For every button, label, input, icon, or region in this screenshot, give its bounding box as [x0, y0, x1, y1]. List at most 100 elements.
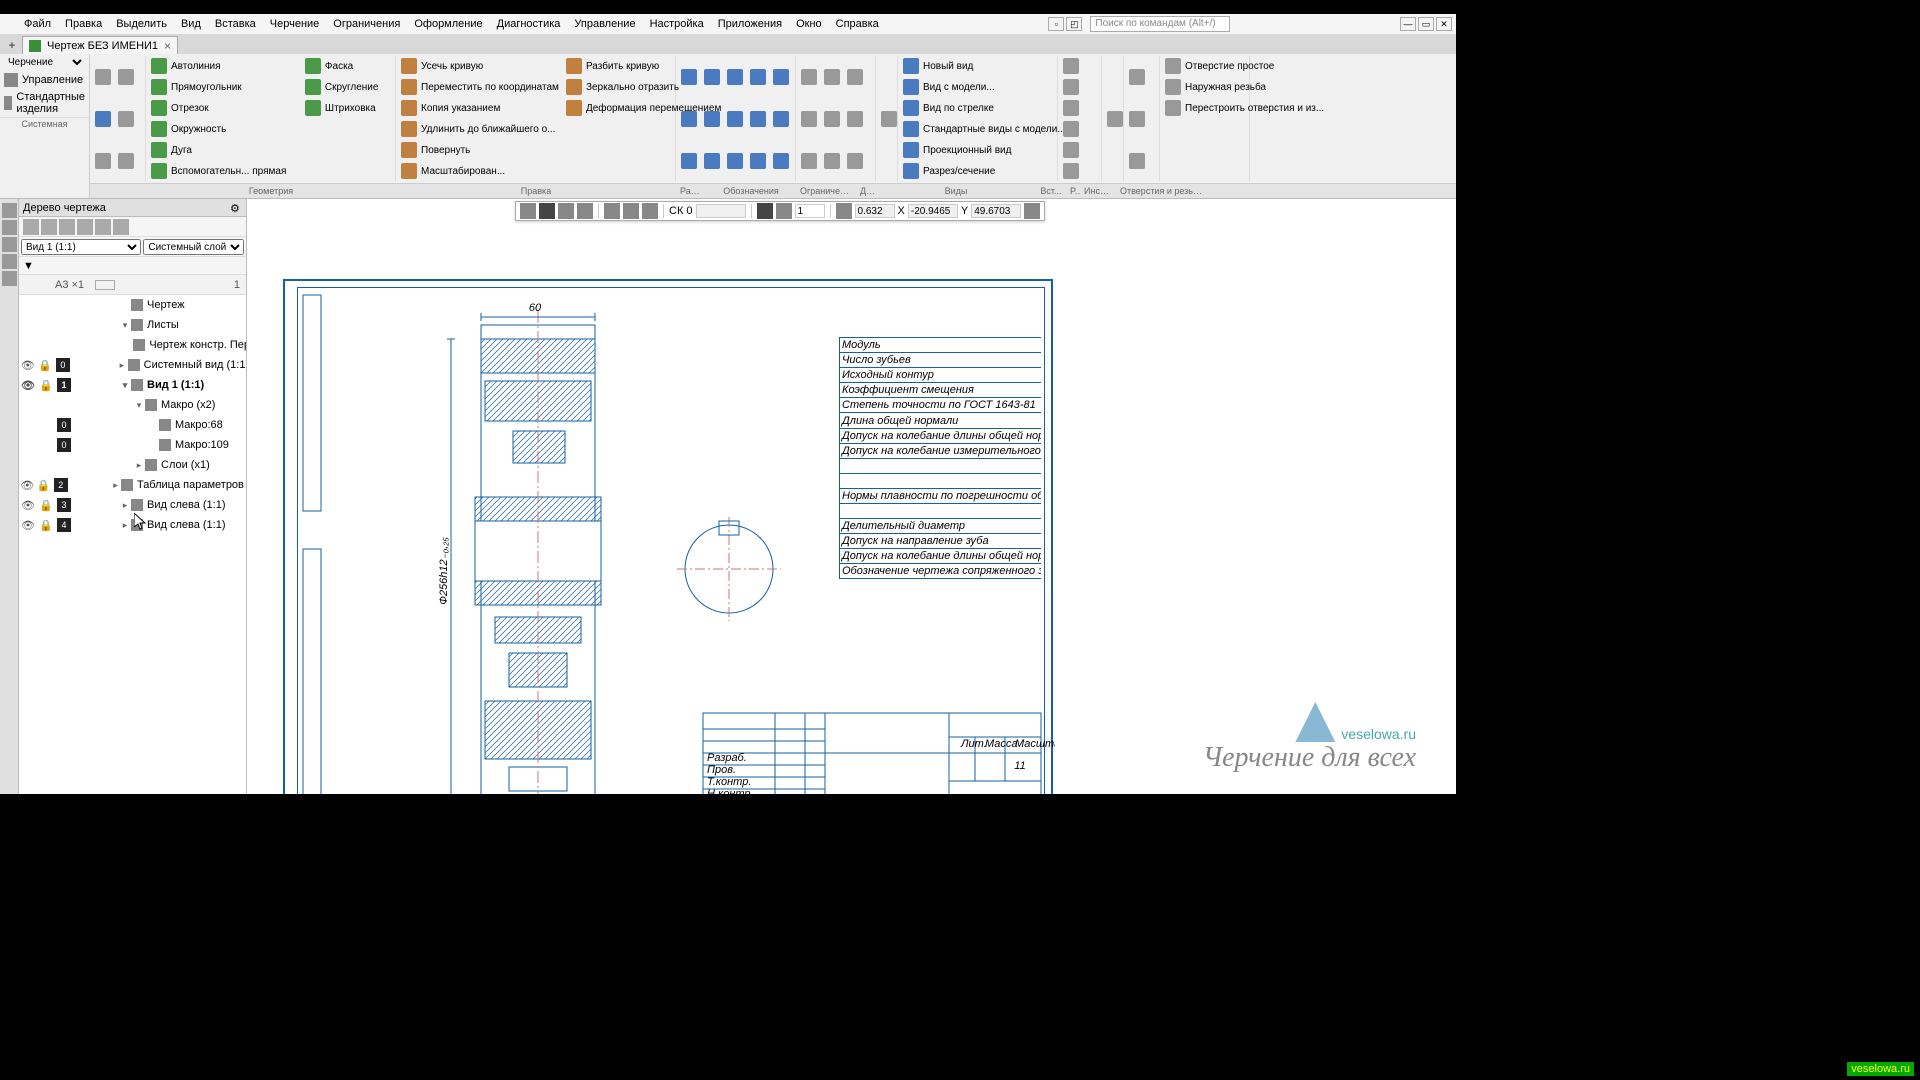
ctx-grid-icon[interactable] — [642, 203, 658, 219]
section-button[interactable]: Разрез/сечение — [900, 161, 1069, 181]
sbtool-4[interactable] — [77, 219, 93, 235]
document-tab[interactable]: Чертеж БЕЗ ИМЕНИ1 × — [22, 36, 178, 54]
menu-edit[interactable]: Правка — [59, 16, 108, 32]
manage-button[interactable]: Управление — [0, 71, 89, 89]
dim-btn-1[interactable] — [678, 56, 700, 97]
tree-node[interactable]: 👁🔒2▸Таблица параметров (1 — [19, 475, 246, 495]
ctx-btn-5[interactable] — [604, 203, 620, 219]
menu-select[interactable]: Выделить — [110, 16, 173, 32]
tools-btn-2[interactable] — [1126, 98, 1148, 139]
ins-btn-6[interactable] — [1060, 161, 1082, 181]
sbtool-6[interactable] — [113, 219, 129, 235]
open-button[interactable] — [115, 56, 137, 97]
dim-btn-7[interactable] — [701, 98, 723, 139]
constr-btn-8[interactable] — [821, 140, 843, 181]
tree-node[interactable]: ▾Макро (x2) — [19, 395, 246, 415]
tree-node[interactable]: ▸Слои (x1) — [19, 455, 246, 475]
menu-insert[interactable]: Вставка — [209, 16, 262, 32]
dim-btn-15[interactable] — [770, 140, 792, 181]
extend-button[interactable]: Удлинить до ближайшего о... — [398, 119, 562, 139]
print-button[interactable] — [115, 140, 137, 181]
sbtool-5[interactable] — [95, 219, 111, 235]
sbtool-2[interactable] — [41, 219, 57, 235]
constr-btn-1[interactable] — [798, 56, 820, 97]
ctx-layers-icon[interactable] — [520, 203, 536, 219]
minimize-button[interactable]: — — [1400, 17, 1416, 31]
mode-select[interactable]: Черчение — [4, 56, 85, 69]
scale-value[interactable] — [855, 204, 895, 218]
dock-icon-3[interactable] — [2, 237, 17, 252]
tree-node[interactable]: 0Макро:109 — [19, 435, 246, 455]
constr-btn-6[interactable] — [844, 98, 866, 139]
close-button[interactable]: ✕ — [1436, 17, 1452, 31]
ctx-pen-icon[interactable] — [539, 203, 555, 219]
dim-btn-5[interactable] — [770, 56, 792, 97]
menu-apps[interactable]: Приложения — [712, 16, 788, 32]
copy-button[interactable]: Копия указанием — [398, 98, 562, 118]
rotate-button[interactable]: Повернуть — [398, 140, 562, 160]
dim-btn-10[interactable] — [770, 98, 792, 139]
maximize-button[interactable]: ▭ — [1418, 17, 1434, 31]
menu-manage[interactable]: Управление — [568, 16, 641, 32]
sbtool-1[interactable] — [23, 219, 39, 235]
trim-button[interactable]: Усечь кривую — [398, 56, 562, 76]
constr-btn-5[interactable] — [821, 98, 843, 139]
ctx-ortho-icon[interactable] — [776, 203, 792, 219]
constr-btn-4[interactable] — [798, 98, 820, 139]
ctx-btn-6[interactable] — [623, 203, 639, 219]
canvas[interactable]: СК 0 X Y — [247, 199, 1456, 794]
dim-btn-12[interactable] — [701, 140, 723, 181]
menu-view[interactable]: Вид — [175, 16, 207, 32]
save-button[interactable] — [92, 98, 114, 139]
ck-value[interactable] — [696, 204, 746, 218]
circle-button[interactable]: Окружность — [148, 119, 301, 139]
ins-btn-4[interactable] — [1060, 119, 1082, 139]
dim-btn-9[interactable] — [747, 98, 769, 139]
rect-button[interactable]: Прямоугольник — [148, 77, 301, 97]
dock-icon-2[interactable] — [2, 220, 17, 235]
tab-close-icon[interactable]: × — [164, 39, 171, 53]
constr-btn-9[interactable] — [844, 140, 866, 181]
tree-node[interactable]: Чертеж — [19, 295, 246, 315]
drawing-sheet[interactable]: 60 Ф256h12₋₀,₂₅ Модульm4Число зубьевz30И… — [283, 279, 1053, 794]
eyedropper-icon[interactable] — [1024, 203, 1040, 219]
proj-view-button[interactable]: Проекционный вид — [900, 140, 1069, 160]
tree-node[interactable]: 👁🔒4▸Вид слева (1:1) — [19, 515, 246, 535]
view-select[interactable]: Вид 1 (1:1) — [21, 239, 141, 255]
zoom-icon[interactable] — [836, 203, 852, 219]
filter-input[interactable] — [39, 260, 242, 271]
constr-btn-7[interactable] — [798, 140, 820, 181]
new-tab-button[interactable]: + — [4, 38, 20, 54]
model-view-button[interactable]: Вид с модели... — [900, 77, 1069, 97]
menu-diagnostics[interactable]: Диагностика — [491, 16, 567, 32]
segment-button[interactable]: Отрезок — [148, 98, 301, 118]
dim-btn-8[interactable] — [724, 98, 746, 139]
tree-node[interactable]: 👁🔒1▾Вид 1 (1:1) — [19, 375, 246, 395]
std-views-button[interactable]: Стандартные виды с модели... — [900, 119, 1069, 139]
menu-drawing[interactable]: Черчение — [264, 16, 326, 32]
ctx-snapangle-icon[interactable] — [757, 203, 773, 219]
thread-ext-button[interactable]: Наружная резьба — [1162, 77, 1327, 97]
gear-icon[interactable]: ⚙ — [230, 202, 242, 214]
menu-design[interactable]: Оформление — [408, 16, 488, 32]
rebuild-holes-button[interactable]: Перестроить отверстия и из... — [1162, 98, 1327, 118]
tree-node[interactable]: 👁🔒0▸Системный вид (1:1) — [19, 355, 246, 375]
ins-btn-2[interactable] — [1060, 77, 1082, 97]
tree-node[interactable]: 👁🔒3▸Вид слева (1:1) — [19, 495, 246, 515]
arrow-view-button[interactable]: Вид по стрелке — [900, 98, 1069, 118]
ins-btn-5[interactable] — [1060, 140, 1082, 160]
new-view-button[interactable]: Новый вид — [900, 56, 1069, 76]
std-parts-button[interactable]: Стандартные изделия — [0, 89, 89, 117]
hole-simple-button[interactable]: Отверстие простое — [1162, 56, 1327, 76]
move-button[interactable]: Переместить по координатам — [398, 77, 562, 97]
tree-node[interactable]: ▾Листы — [19, 315, 246, 335]
new-button[interactable] — [92, 56, 114, 97]
dim-btn-6[interactable] — [678, 98, 700, 139]
dock-icon-4[interactable] — [2, 254, 17, 269]
ctx-btn-3[interactable] — [558, 203, 574, 219]
ins-btn-3[interactable] — [1060, 98, 1082, 118]
dim-btn-3[interactable] — [724, 56, 746, 97]
auxline-button[interactable]: Вспомогательн... прямая — [148, 161, 301, 181]
wc-icon1[interactable]: ▫ — [1048, 17, 1064, 31]
tools-btn-1[interactable] — [1126, 56, 1148, 97]
